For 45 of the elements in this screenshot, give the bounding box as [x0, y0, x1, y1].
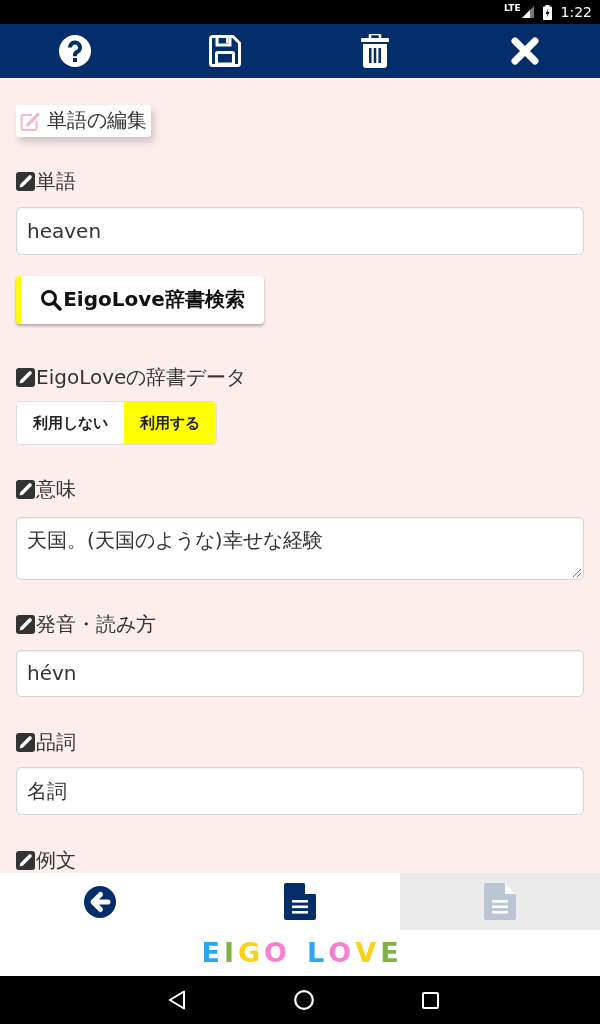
field-label: 意味	[36, 476, 76, 504]
help-button[interactable]	[59, 35, 91, 67]
field-label: EigoLoveの辞書データ	[36, 363, 247, 391]
pencil-icon	[16, 480, 35, 500]
pencil-icon	[16, 732, 35, 752]
signal-icon	[521, 6, 534, 18]
document-icon	[284, 883, 316, 920]
logo-letter: V	[355, 938, 377, 968]
text-field[interactable]: 名詞	[16, 767, 584, 815]
field-label: 単語	[36, 168, 76, 196]
field-label: 品詞	[36, 728, 76, 756]
text-field[interactable]: heaven	[16, 206, 584, 255]
pencil-icon	[16, 367, 35, 387]
logo-letter: E	[380, 938, 399, 968]
network-type: LTE	[504, 3, 521, 13]
close-icon	[511, 37, 539, 65]
help-icon	[59, 35, 91, 67]
home-icon[interactable]	[293, 990, 314, 1010]
section-title: 単語の編集	[47, 107, 147, 135]
close-button[interactable]	[511, 37, 539, 65]
delete-button[interactable]	[361, 34, 389, 68]
document-icon	[484, 883, 516, 920]
save-button[interactable]	[209, 35, 241, 67]
dictionary-search-button[interactable]: EigoLove辞書検索	[16, 275, 264, 325]
logo-letter: E	[201, 938, 220, 968]
field-label: 例文	[36, 846, 76, 873]
trash-icon	[361, 34, 389, 68]
logo-letter: I	[223, 938, 234, 968]
field-label: 発音・読み方	[36, 611, 156, 639]
text-area[interactable]: 天国。(天国のような)幸せな経験	[16, 516, 584, 580]
toggle-option[interactable]: 利用する	[124, 402, 216, 444]
logo-letter: L	[307, 938, 325, 968]
pencil-icon	[16, 850, 35, 870]
battery-charging-icon	[542, 4, 552, 20]
clock-time: 1:22	[560, 4, 592, 20]
search-icon	[40, 288, 63, 311]
back-icon[interactable]	[167, 990, 186, 1010]
recent-apps-icon[interactable]	[421, 991, 439, 1009]
resize-grip-icon[interactable]	[573, 568, 581, 577]
logo-letter: G	[237, 938, 261, 968]
logo-letter: O	[328, 938, 352, 968]
logo-letter: O	[264, 938, 288, 968]
pencil-icon	[16, 615, 35, 635]
pencil-icon	[16, 172, 35, 192]
text-field[interactable]: hévn	[16, 649, 584, 698]
